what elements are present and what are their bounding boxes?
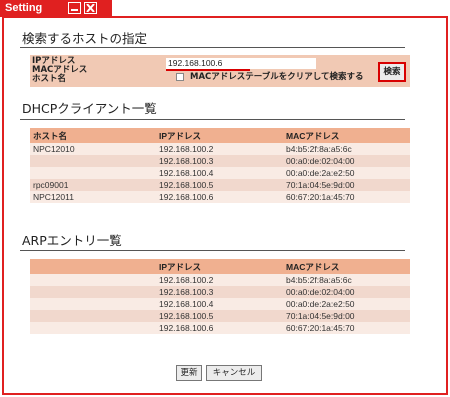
cell-hostname: NPC12011: [30, 191, 156, 203]
cell-mac: 00:a0:de:2a:e2:50: [283, 167, 410, 179]
table-row: 192.168.100.2 b4:b5:2f:8a:a5:6c: [30, 274, 410, 286]
table-header-row: ホスト名 IPアドレス MACアドレス: [30, 128, 410, 143]
cell-mac: b4:b5:2f:8a:a5:6c: [283, 274, 410, 286]
minimize-icon[interactable]: [68, 2, 81, 14]
arp-section-title: ARPエントリ一覧: [22, 233, 122, 248]
cell-ip: 192.168.100.3: [156, 155, 283, 167]
input-underline: [166, 69, 250, 71]
refresh-button[interactable]: 更新: [176, 365, 202, 381]
cell-hostname: [30, 155, 156, 167]
cell-ip: 192.168.100.3: [156, 286, 283, 298]
arp-entry-table: IPアドレス MACアドレス 192.168.100.2 b4:b5:2f:8a…: [30, 259, 410, 334]
column-header-mac: MACアドレス: [283, 128, 410, 143]
search-form: IPアドレス MACアドレス ホスト名 MACアドレステーブルをクリアして検索す…: [30, 55, 410, 87]
cell-ip: 192.168.100.5: [156, 310, 283, 322]
cell-ip: 192.168.100.5: [156, 179, 283, 191]
clear-mac-checkbox[interactable]: [176, 73, 184, 81]
dhcp-client-table: ホスト名 IPアドレス MACアドレス NPC12010 192.168.100…: [30, 128, 410, 203]
window-title: Setting: [5, 2, 43, 14]
cancel-button[interactable]: キャンセル: [206, 365, 262, 381]
cell-ip: 192.168.100.4: [156, 167, 283, 179]
search-input[interactable]: [166, 58, 316, 69]
host-name-label: ホスト名: [32, 74, 67, 84]
cell-empty: [30, 298, 156, 310]
cell-ip: 192.168.100.4: [156, 298, 283, 310]
cell-mac: 60:67:20:1a:45:70: [283, 322, 410, 334]
window-titlebar: Setting: [0, 0, 112, 17]
table-row: 192.168.100.6 60:67:20:1a:45:70: [30, 322, 410, 334]
cell-hostname: rpc09001: [30, 179, 156, 191]
column-header-ip: IPアドレス: [156, 128, 283, 143]
table-header-row: IPアドレス MACアドレス: [30, 259, 410, 274]
cell-mac: 00:a0:de:2a:e2:50: [283, 298, 410, 310]
table-row: 192.168.100.4 00:a0:de:2a:e2:50: [30, 298, 410, 310]
arp-section-rule: [20, 250, 405, 251]
cell-mac: 00:a0:de:02:04:00: [283, 155, 410, 167]
dhcp-section-title: DHCPクライアント一覧: [22, 101, 157, 116]
table-row: 192.168.100.3 00:a0:de:02:04:00: [30, 155, 410, 167]
table-row: rpc09001 192.168.100.5 70:1a:04:5e:9d:00: [30, 179, 410, 191]
cell-mac: 70:1a:04:5e:9d:00: [283, 179, 410, 191]
clear-mac-label: MACアドレステーブルをクリアして検索する: [190, 72, 364, 82]
cell-mac: 00:a0:de:02:04:00: [283, 286, 410, 298]
cell-ip: 192.168.100.2: [156, 274, 283, 286]
cell-empty: [30, 274, 156, 286]
close-icon[interactable]: [84, 2, 97, 14]
cell-ip: 192.168.100.6: [156, 322, 283, 334]
column-header-ip: IPアドレス: [156, 259, 283, 274]
table-row: NPC12011 192.168.100.6 60:67:20:1a:45:70: [30, 191, 410, 203]
search-section-title: 検索するホストの指定: [22, 31, 148, 46]
cell-mac: b4:b5:2f:8a:a5:6c: [283, 143, 410, 155]
table-row: NPC12010 192.168.100.2 b4:b5:2f:8a:a5:6c: [30, 143, 410, 155]
column-header-mac: MACアドレス: [283, 259, 410, 274]
column-header-empty: [30, 259, 156, 274]
table-row: 192.168.100.3 00:a0:de:02:04:00: [30, 286, 410, 298]
cell-ip: 192.168.100.2: [156, 143, 283, 155]
cell-empty: [30, 286, 156, 298]
search-section-rule: [20, 47, 405, 48]
cell-mac: 70:1a:04:5e:9d:00: [283, 310, 410, 322]
table-row: 192.168.100.4 00:a0:de:2a:e2:50: [30, 167, 410, 179]
cell-empty: [30, 322, 156, 334]
dhcp-section-rule: [20, 119, 405, 120]
cell-mac: 60:67:20:1a:45:70: [283, 191, 410, 203]
search-button[interactable]: 検索: [378, 62, 406, 82]
column-header-hostname: ホスト名: [30, 128, 156, 143]
table-row: 192.168.100.5 70:1a:04:5e:9d:00: [30, 310, 410, 322]
cell-hostname: [30, 167, 156, 179]
cell-hostname: NPC12010: [30, 143, 156, 155]
cell-ip: 192.168.100.6: [156, 191, 283, 203]
cell-empty: [30, 310, 156, 322]
